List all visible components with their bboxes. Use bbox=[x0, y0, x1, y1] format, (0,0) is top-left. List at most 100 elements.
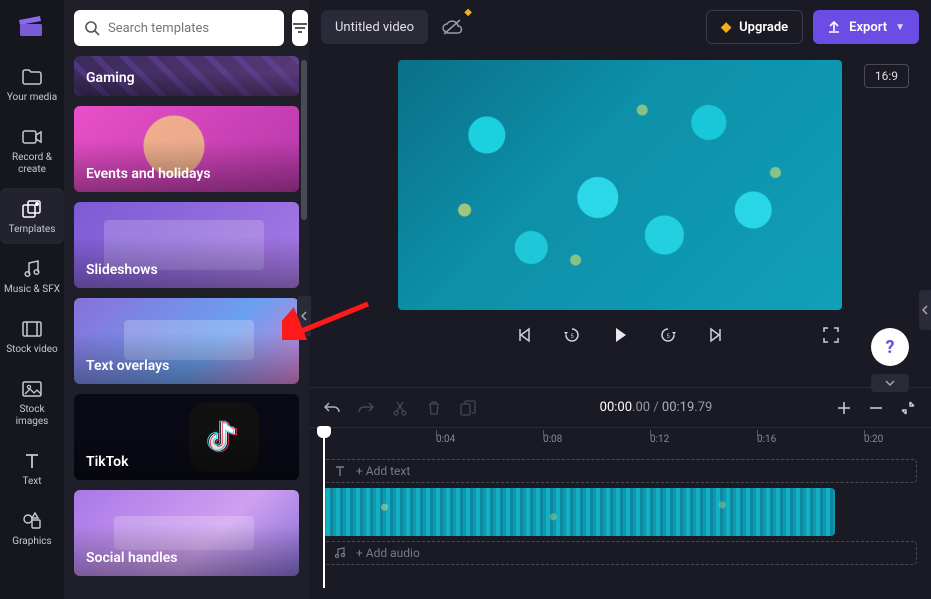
right-panel-handle[interactable] bbox=[919, 290, 931, 330]
audio-track[interactable]: + Add audio bbox=[323, 541, 917, 565]
delete-button[interactable] bbox=[425, 399, 443, 417]
play-button[interactable] bbox=[609, 324, 631, 346]
nav-music-sfx[interactable]: Music & SFX bbox=[0, 248, 64, 304]
nav-label: Record & create bbox=[4, 152, 60, 176]
premium-badge-icon: ◆ bbox=[464, 7, 472, 18]
text-track[interactable]: + Add text bbox=[323, 459, 917, 483]
nav-label: Music & SFX bbox=[4, 284, 60, 296]
nav-label: Stock video bbox=[6, 344, 58, 356]
search-icon bbox=[84, 20, 100, 36]
template-social-handles[interactable]: Social handles bbox=[74, 490, 299, 576]
camera-icon bbox=[21, 126, 43, 148]
skip-end-button[interactable] bbox=[705, 324, 727, 346]
aspect-label: 16:9 bbox=[875, 69, 898, 83]
template-tiktok[interactable]: TikTok bbox=[74, 394, 299, 480]
video-track[interactable] bbox=[323, 488, 917, 536]
add-audio-hint: + Add audio bbox=[356, 546, 420, 560]
chevron-down-icon: ▼ bbox=[895, 22, 905, 33]
image-icon bbox=[21, 378, 43, 400]
nav-rail: Your media Record & create Templates Mus… bbox=[0, 0, 64, 599]
project-title-text: Untitled video bbox=[335, 20, 414, 35]
nav-stock-images[interactable]: Stock images bbox=[0, 368, 64, 436]
export-button[interactable]: Export ▼ bbox=[813, 10, 919, 44]
timeline-toolbar: 00:00.00 / 00:19.79 bbox=[309, 387, 931, 427]
graphics-icon bbox=[21, 510, 43, 532]
nav-templates[interactable]: Templates bbox=[0, 188, 64, 244]
upgrade-label: Upgrade bbox=[739, 20, 788, 35]
panel-scrollbar[interactable] bbox=[301, 60, 307, 220]
filter-button[interactable] bbox=[292, 10, 308, 46]
redo-button[interactable] bbox=[357, 399, 375, 417]
template-label: Slideshows bbox=[86, 262, 158, 278]
timecode-display: 00:00.00 / 00:19.79 bbox=[600, 400, 713, 415]
player-controls: 5 5 bbox=[398, 324, 842, 346]
aspect-ratio-button[interactable]: 16:9 bbox=[864, 64, 909, 88]
duplicate-button[interactable] bbox=[459, 399, 477, 417]
app-logo[interactable] bbox=[12, 8, 52, 44]
nav-label: Graphics bbox=[12, 536, 51, 548]
text-icon bbox=[334, 465, 346, 477]
fit-button[interactable] bbox=[899, 399, 917, 417]
svg-text:5: 5 bbox=[570, 333, 574, 340]
main-area: Untitled video ◆ ◆ Upgrade Export ▼ 16:9… bbox=[309, 0, 931, 599]
timecode-current: 00:00 bbox=[600, 400, 632, 415]
zoom-in-button[interactable] bbox=[835, 399, 853, 417]
undo-button[interactable] bbox=[323, 399, 341, 417]
template-list[interactable]: Gaming Events and holidays Slideshows Te… bbox=[64, 56, 309, 599]
filter-icon bbox=[292, 21, 308, 35]
search-input[interactable] bbox=[108, 21, 274, 36]
timecode-total-sub: .79 bbox=[694, 400, 712, 415]
template-label: Gaming bbox=[86, 70, 135, 86]
template-label: Events and holidays bbox=[86, 166, 211, 182]
template-text-overlays[interactable]: Text overlays bbox=[74, 298, 299, 384]
playhead[interactable] bbox=[323, 428, 325, 588]
nav-label: Your media bbox=[7, 92, 57, 104]
nav-stock-video[interactable]: Stock video bbox=[0, 308, 64, 364]
ruler-tick: 0:20 bbox=[864, 434, 883, 445]
nav-text[interactable]: Text bbox=[0, 440, 64, 496]
template-label: Social handles bbox=[86, 550, 177, 566]
expand-properties-button[interactable] bbox=[871, 374, 909, 392]
nav-record-create[interactable]: Record & create bbox=[0, 116, 64, 184]
add-text-hint: + Add text bbox=[356, 464, 410, 478]
video-clip[interactable] bbox=[323, 488, 835, 536]
split-button[interactable] bbox=[391, 399, 409, 417]
upload-icon bbox=[827, 20, 841, 34]
template-gaming[interactable]: Gaming bbox=[74, 56, 299, 96]
clipchamp-icon bbox=[18, 14, 46, 38]
film-icon bbox=[21, 318, 43, 340]
template-events-holidays[interactable]: Events and holidays bbox=[74, 106, 299, 192]
chevron-down-icon bbox=[885, 380, 895, 386]
upgrade-button[interactable]: ◆ Upgrade bbox=[706, 10, 803, 44]
fullscreen-button[interactable] bbox=[820, 324, 842, 346]
preview-stage: 16:9 5 5 ? bbox=[309, 54, 931, 387]
ruler-tick: 0:12 bbox=[650, 434, 669, 445]
export-label: Export bbox=[849, 20, 887, 35]
skip-start-button[interactable] bbox=[513, 324, 535, 346]
zoom-out-button[interactable] bbox=[867, 399, 885, 417]
top-bar: Untitled video ◆ ◆ Upgrade Export ▼ bbox=[309, 0, 931, 54]
timeline[interactable]: 0:04 0:08 0:12 0:16 0:20 + Add text + Ad… bbox=[309, 427, 931, 599]
project-title[interactable]: Untitled video bbox=[321, 10, 428, 44]
nav-your-media[interactable]: Your media bbox=[0, 56, 64, 112]
templates-panel: Gaming Events and holidays Slideshows Te… bbox=[64, 0, 309, 599]
timeline-ruler[interactable]: 0:04 0:08 0:12 0:16 0:20 bbox=[323, 428, 917, 454]
nav-graphics[interactable]: Graphics bbox=[0, 500, 64, 556]
nav-label: Text bbox=[22, 476, 41, 488]
timecode-current-sub: .00 bbox=[632, 400, 650, 415]
ruler-tick: 0:04 bbox=[436, 434, 455, 445]
chevron-left-icon bbox=[922, 305, 928, 315]
template-slideshows[interactable]: Slideshows bbox=[74, 202, 299, 288]
sync-off-button[interactable]: ◆ bbox=[438, 13, 466, 41]
video-preview[interactable] bbox=[398, 60, 842, 310]
chevron-left-icon bbox=[301, 311, 307, 321]
search-input-wrapper[interactable] bbox=[74, 10, 284, 46]
rewind-button[interactable]: 5 bbox=[561, 324, 583, 346]
help-button[interactable]: ? bbox=[871, 328, 909, 366]
template-label: Text overlays bbox=[86, 358, 169, 374]
diamond-icon: ◆ bbox=[721, 20, 731, 35]
text-icon bbox=[21, 450, 43, 472]
nav-label: Stock images bbox=[4, 404, 60, 428]
forward-button[interactable]: 5 bbox=[657, 324, 679, 346]
folder-icon bbox=[21, 66, 43, 88]
